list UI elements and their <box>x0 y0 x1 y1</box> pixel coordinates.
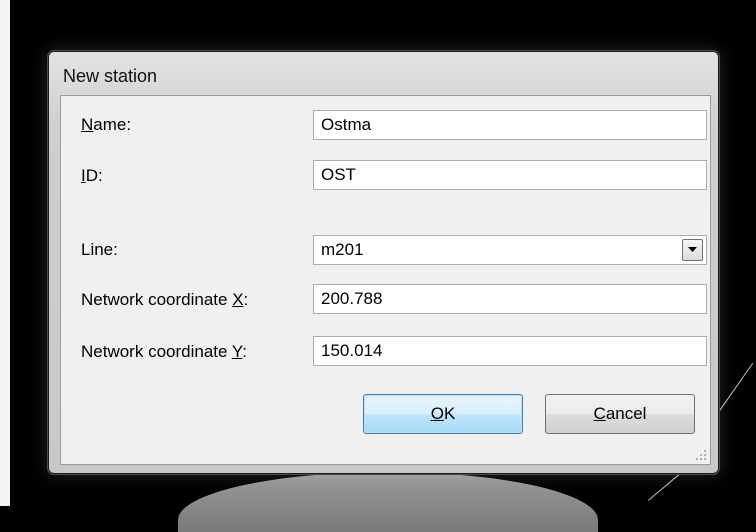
id-input[interactable] <box>313 160 707 190</box>
dropdown-button[interactable] <box>682 239 703 261</box>
ok-button[interactable]: OK <box>363 394 523 434</box>
name-label: Name: <box>81 115 132 134</box>
background-panel <box>0 0 10 506</box>
background-shape <box>178 472 598 532</box>
line-select-value: m201 <box>321 240 364 259</box>
coord-y-label: Network coordinate Y: <box>81 342 248 361</box>
title-bar[interactable]: New station <box>48 51 719 91</box>
coord-x-input[interactable] <box>313 284 707 314</box>
background-line <box>718 362 754 413</box>
cancel-button[interactable]: Cancel <box>545 394 695 434</box>
line-label: Line: <box>81 240 118 259</box>
resize-grip-icon[interactable] <box>695 449 707 461</box>
coord-y-input[interactable] <box>313 336 707 366</box>
chevron-down-icon <box>688 247 697 252</box>
line-select[interactable]: m201 <box>313 235 707 265</box>
dialog-client-area: Name: ID: Line: m201 Network coordinate … <box>60 95 711 465</box>
id-label: ID: <box>81 166 103 185</box>
new-station-dialog: New station Name: ID: Line: m201 Network… <box>47 50 720 475</box>
name-input[interactable] <box>313 110 707 140</box>
coord-x-label: Network coordinate X: <box>81 290 249 309</box>
dialog-title: New station <box>63 66 158 86</box>
